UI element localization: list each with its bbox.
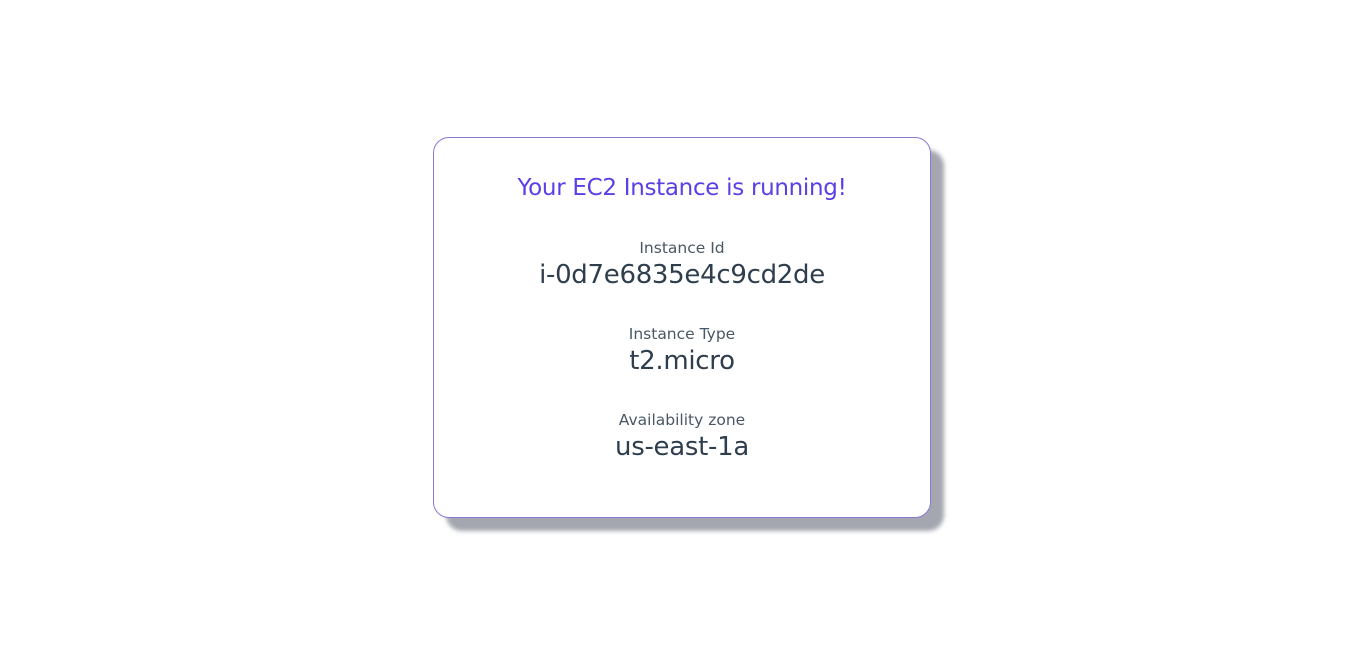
instance-info-card: Your EC2 Instance is running! Instance I…: [433, 137, 931, 518]
instance-type-label: Instance Type: [628, 325, 736, 343]
availability-zone-value: us-east-1a: [615, 432, 749, 462]
instance-type-value: t2.micro: [629, 346, 735, 376]
instance-type-field: Instance Type t2.micro: [434, 324, 930, 377]
availability-zone-field: Availability zone us-east-1a: [434, 410, 930, 463]
instance-id-field: Instance Id i-0d7e6835e4c9cd2de: [434, 238, 930, 291]
page: Your EC2 Instance is running! Instance I…: [0, 0, 1366, 657]
availability-zone-label: Availability zone: [618, 411, 746, 429]
instance-id-label: Instance Id: [639, 239, 725, 257]
instance-id-value: i-0d7e6835e4c9cd2de: [539, 260, 825, 290]
card-title: Your EC2 Instance is running!: [517, 175, 847, 201]
